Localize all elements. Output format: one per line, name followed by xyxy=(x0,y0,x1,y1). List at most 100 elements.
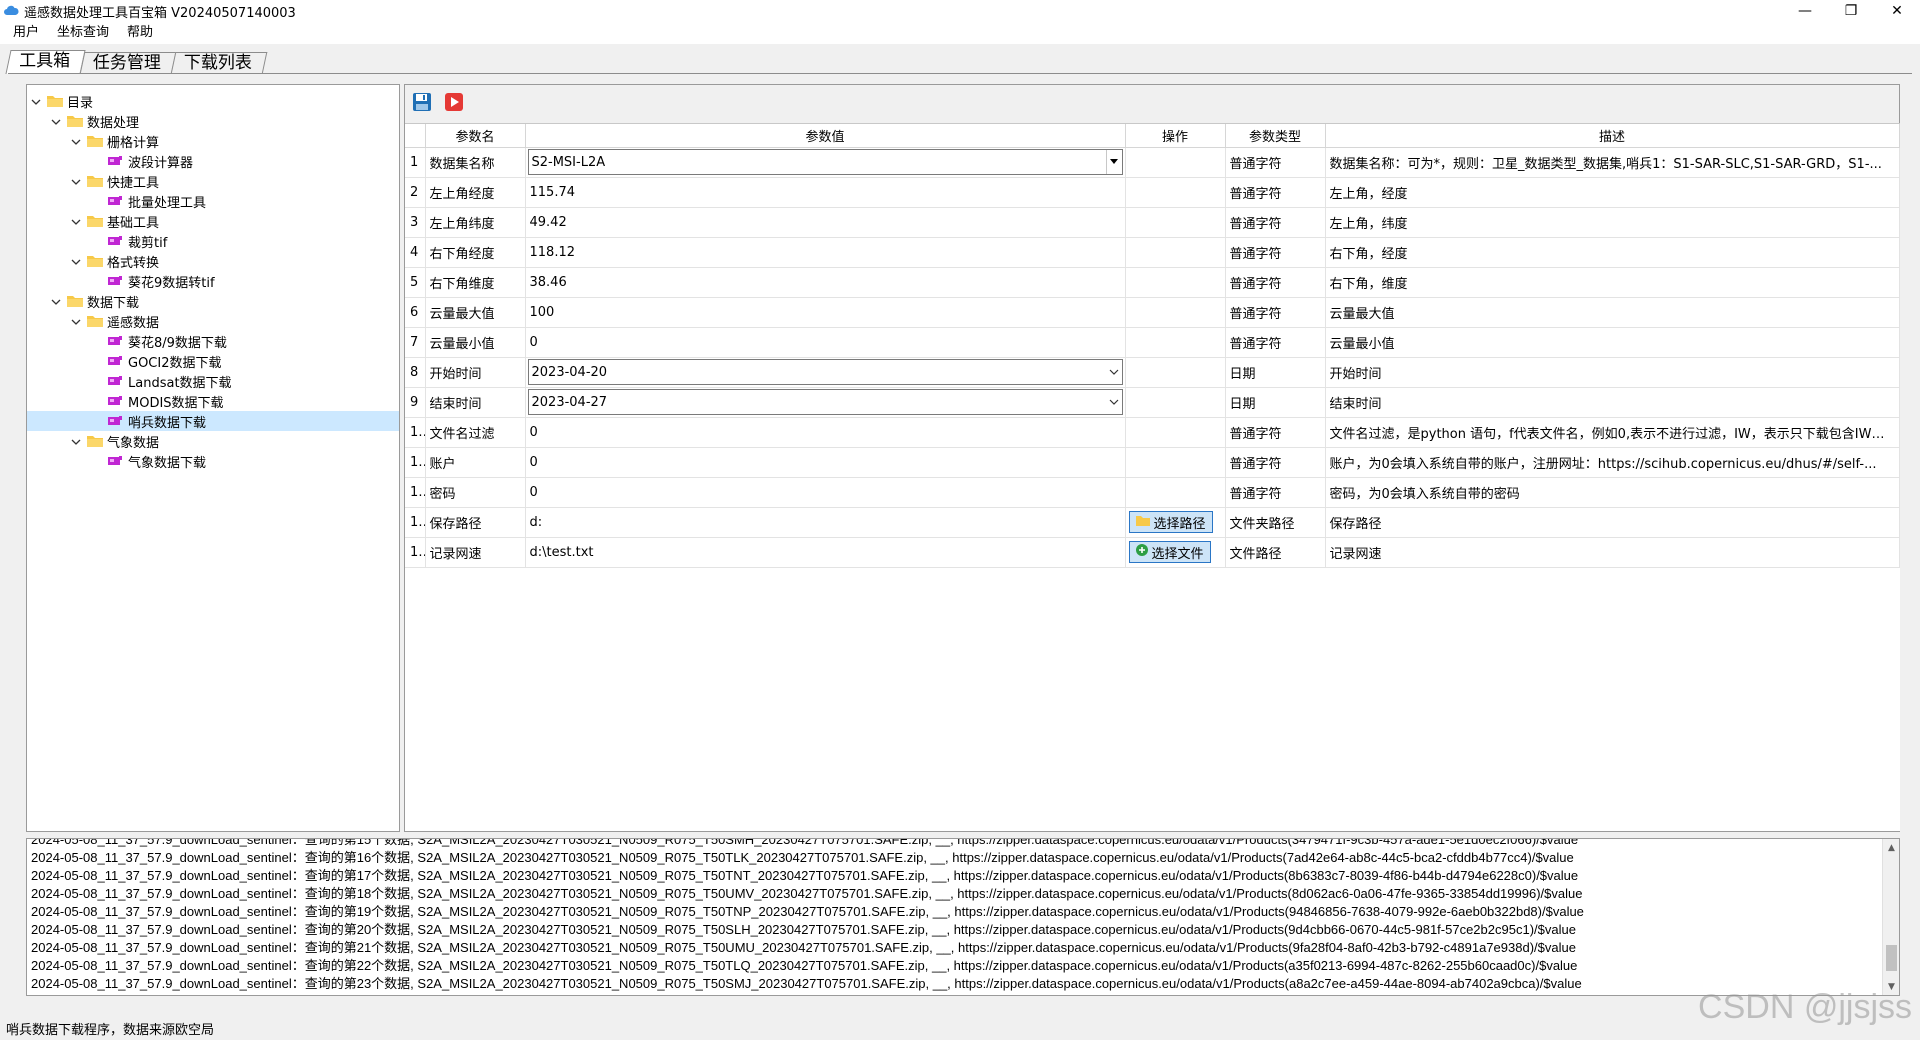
chevron-down-icon[interactable] xyxy=(51,116,61,126)
select-path-button[interactable]: 选择路径 xyxy=(1128,511,1213,533)
tree-folder[interactable]: 目录 xyxy=(31,91,93,111)
table-row: 8 开始时间 2023-04-20 日期 开始时间 xyxy=(405,357,1900,388)
window-title: 遥感数据处理工具百宝箱 V20240507140003 xyxy=(24,5,296,21)
save-icon[interactable] xyxy=(411,91,433,113)
tree-folder[interactable]: 数据下载 xyxy=(51,291,139,311)
scroll-thumb[interactable] xyxy=(1886,945,1897,971)
tool-icon xyxy=(107,415,123,427)
tree-folder[interactable]: 栅格计算 xyxy=(71,131,159,151)
tree-tool-item[interactable]: Landsat数据下载 xyxy=(107,371,232,391)
tree-tool-item[interactable]: GOCI2数据下载 xyxy=(107,351,222,371)
tree-label: 葵花8/9数据下载 xyxy=(128,335,227,351)
log-line: 2024-05-08_11_37_57.9_downLoad_sentinel：… xyxy=(31,850,1574,865)
chevron-down-icon[interactable] xyxy=(1106,360,1122,384)
minimize-button[interactable]: — xyxy=(1782,0,1828,22)
log-output[interactable]: 2024-05-08_11_37_57.9_downLoad_sentinel：… xyxy=(26,838,1900,996)
combo-value: 2023-04-20 xyxy=(531,364,608,380)
param-name-cell: 右下角经度 xyxy=(425,237,526,268)
row-index: 12 xyxy=(405,477,426,508)
menu-coordinate-query[interactable]: 坐标查询 xyxy=(48,22,118,44)
chevron-down-icon[interactable] xyxy=(31,96,41,106)
param-name-cell: 云量最大值 xyxy=(425,297,526,328)
chevron-down-icon[interactable] xyxy=(71,256,81,266)
param-value-cell[interactable]: 100 xyxy=(525,297,1126,328)
menu-help[interactable]: 帮助 xyxy=(118,22,162,44)
description-cell: 账户，为0会填入系统自带的账户，注册网址：https://scihub.cope… xyxy=(1325,447,1900,478)
chevron-down-icon[interactable] xyxy=(71,176,81,186)
dataset-combo[interactable]: S2-MSI-L2A xyxy=(525,147,1126,178)
param-value-cell[interactable]: 49.42 xyxy=(525,207,1126,238)
operation-cell xyxy=(1125,177,1226,208)
table-row: 3 左上角纬度 49.42 普通字符 左上角，纬度 xyxy=(405,207,1900,238)
tree-tool-item[interactable]: 气象数据下载 xyxy=(107,451,206,471)
menu-user[interactable]: 用户 xyxy=(4,22,48,44)
log-line: 2024-05-08_11_37_57.9_downLoad_sentinel：… xyxy=(31,904,1584,919)
param-name-cell: 左上角纬度 xyxy=(425,207,526,238)
tree-label: 葵花9数据转tif xyxy=(128,275,215,291)
param-name-cell: 开始时间 xyxy=(425,357,526,388)
tree-tool-item[interactable]: MODIS数据下载 xyxy=(107,391,224,411)
row-index: 5 xyxy=(405,267,426,298)
chevron-down-icon[interactable] xyxy=(51,296,61,306)
param-value-cell[interactable]: d:\test.txt xyxy=(525,537,1126,568)
param-value-cell[interactable]: 0 xyxy=(525,417,1126,448)
date-picker[interactable]: 2023-04-20 xyxy=(525,357,1126,388)
tree-label: 数据下载 xyxy=(87,295,140,311)
operation-cell: 选择文件 xyxy=(1125,537,1226,568)
tab-task-management[interactable]: 任务管理 xyxy=(79,52,177,74)
tree-tool-item[interactable]: 波段计算器 xyxy=(107,151,193,171)
tree-label: 气象数据 xyxy=(107,435,160,451)
tree-tool-item[interactable]: 批量处理工具 xyxy=(107,191,206,211)
tree-folder[interactable]: 快捷工具 xyxy=(71,171,159,191)
status-bar: 哨兵数据下载程序，数据来源欧空局 xyxy=(0,1016,1920,1040)
param-name-cell: 云量最小值 xyxy=(425,327,526,358)
combo-value: 2023-04-27 xyxy=(531,394,608,410)
param-value-cell[interactable]: 118.12 xyxy=(525,237,1126,268)
tool-tree[interactable]: 目录 数据处理栅格计算波段计算器 快捷工具 批量处理工具 基础工具 裁剪tif 格式转换葵花… xyxy=(26,84,400,832)
tree-label: 波段计算器 xyxy=(128,155,194,171)
tree-tool-item[interactable]: 哨兵数据下载 xyxy=(27,411,399,431)
tree-folder[interactable]: 遥感数据 xyxy=(71,311,159,331)
table-row: 10 文件名过滤 0 普通字符 文件名过滤，是python 语句，f代表文件名，例如0,… xyxy=(405,417,1900,448)
tab-toolbox[interactable]: 工具箱 xyxy=(5,50,86,74)
maximize-button[interactable]: ❐ xyxy=(1828,0,1874,22)
param-value-cell[interactable]: 115.74 xyxy=(525,177,1126,208)
tree-folder[interactable]: 基础工具 xyxy=(71,211,159,231)
chevron-down-icon[interactable] xyxy=(71,316,81,326)
folder-icon xyxy=(1135,515,1150,530)
tree-folder[interactable]: 数据处理 xyxy=(51,111,139,131)
tree-tool-item[interactable]: 裁剪tif xyxy=(107,231,167,251)
header-param-value: 参数值 xyxy=(525,124,1126,148)
tree-label: 栅格计算 xyxy=(107,135,160,151)
date-picker[interactable]: 2023-04-27 xyxy=(525,387,1126,418)
param-name-cell: 数据集名称 xyxy=(425,147,526,178)
chevron-down-icon[interactable] xyxy=(71,436,81,446)
param-value-cell[interactable]: 0 xyxy=(525,447,1126,478)
tab-download-list[interactable]: 下载列表 xyxy=(170,52,268,74)
param-value-cell[interactable]: 38.46 xyxy=(525,267,1126,298)
chevron-down-icon[interactable] xyxy=(71,216,81,226)
close-button[interactable]: ✕ xyxy=(1874,0,1920,22)
description-cell: 保存路径 xyxy=(1325,507,1900,538)
operation-cell: 选择路径 xyxy=(1125,507,1226,538)
tree-folder[interactable]: 气象数据 xyxy=(71,431,159,451)
param-value-cell[interactable]: 0 xyxy=(525,477,1126,508)
folder-icon xyxy=(87,135,103,147)
chevron-down-icon[interactable] xyxy=(1105,150,1122,174)
param-type-cell: 普通字符 xyxy=(1225,147,1326,178)
chevron-down-icon[interactable] xyxy=(71,136,81,146)
param-value-cell[interactable]: 0 xyxy=(525,327,1126,358)
status-text: 哨兵数据下载程序，数据来源欧空局 xyxy=(6,1022,215,1038)
select-file-button[interactable]: 选择文件 xyxy=(1128,541,1211,563)
log-scrollbar[interactable]: ▲ ▼ xyxy=(1882,839,1899,995)
tree-tool-item[interactable]: 葵花9数据转tif xyxy=(107,271,215,291)
watermark: CSDN @jjsjss xyxy=(1698,988,1912,1026)
play-icon[interactable] xyxy=(443,91,465,113)
row-index: 3 xyxy=(405,207,426,238)
scroll-up-icon[interactable]: ▲ xyxy=(1883,839,1899,856)
tree-tool-item[interactable]: 葵花8/9数据下载 xyxy=(107,331,227,351)
param-value-cell[interactable]: d: xyxy=(525,507,1126,538)
chevron-down-icon[interactable] xyxy=(1106,390,1122,414)
operation-cell xyxy=(1125,327,1226,358)
tree-folder[interactable]: 格式转换 xyxy=(71,251,159,271)
